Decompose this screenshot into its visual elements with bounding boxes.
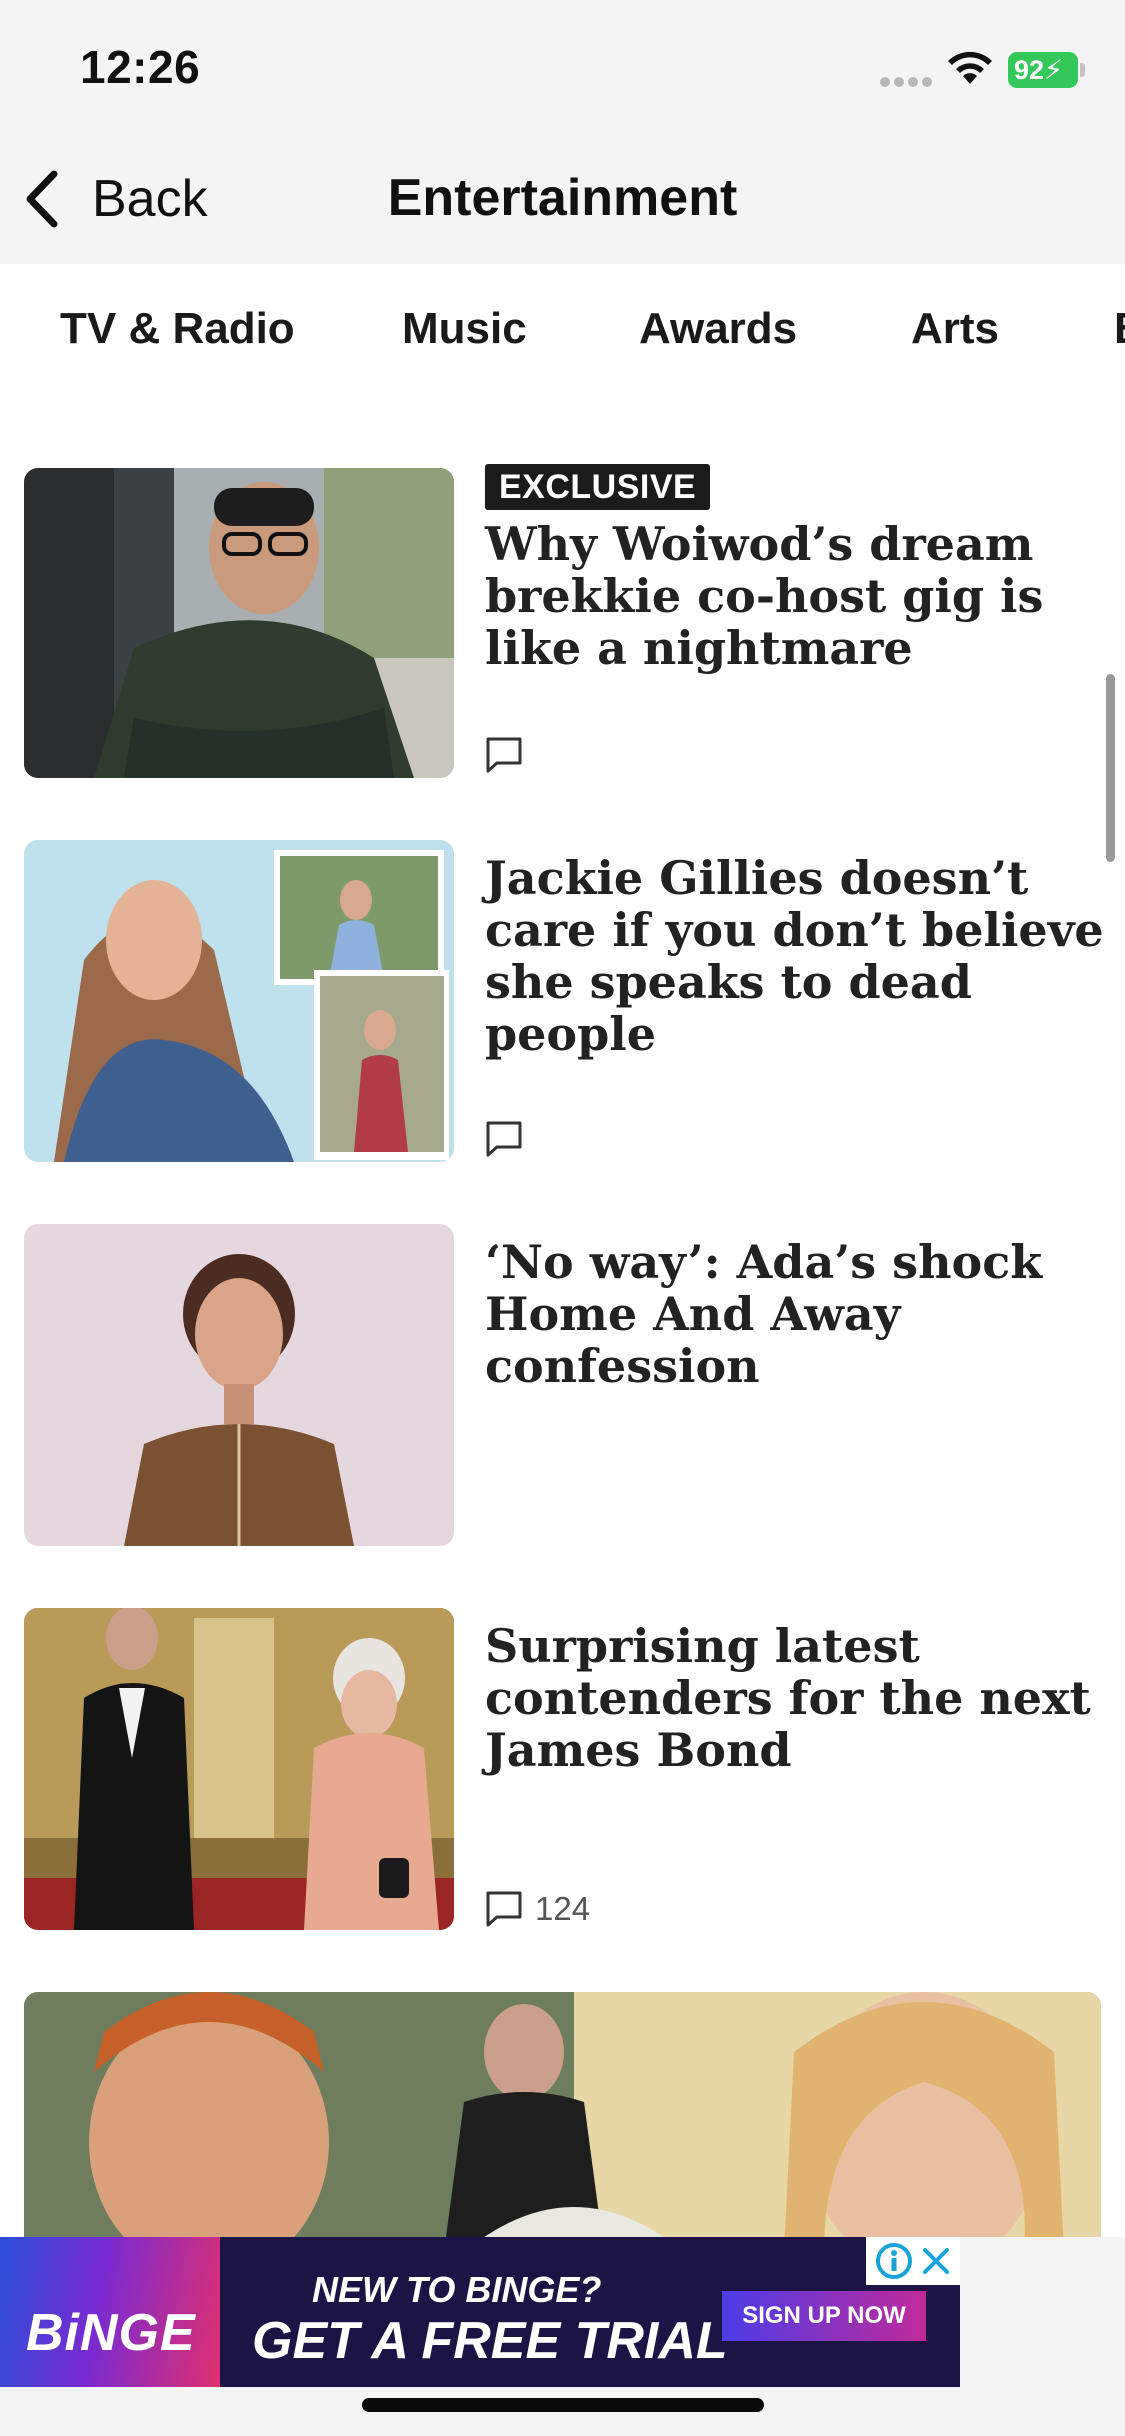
info-icon[interactable] bbox=[874, 2241, 914, 2281]
article-headline[interactable]: ‘No way’: Ada’s shock Home And Away conf… bbox=[485, 1236, 1125, 1392]
article-thumbnail bbox=[24, 1224, 454, 1546]
comment-icon bbox=[486, 1891, 522, 1927]
ad-controls bbox=[866, 2237, 960, 2285]
article-card[interactable]: Jackie Gillies doesn’t care if you don’t… bbox=[24, 840, 1104, 1166]
tab-tv-radio[interactable]: TV & Radio bbox=[60, 304, 295, 354]
tab-arts[interactable]: Arts bbox=[911, 304, 999, 354]
close-icon[interactable] bbox=[920, 2245, 952, 2277]
article-card[interactable]: Surprising latest contenders for the nex… bbox=[24, 1608, 1104, 1934]
article-card[interactable]: ‘No way’: Ada’s shock Home And Away conf… bbox=[24, 1224, 1104, 1550]
battery-icon: 92⚡ bbox=[1008, 52, 1078, 88]
ad-brand-logo: BiNGE bbox=[26, 2304, 196, 2362]
tab-music[interactable]: Music bbox=[402, 304, 527, 354]
wifi-icon bbox=[948, 51, 992, 84]
navigation-bar: Back Entertainment bbox=[0, 132, 1125, 264]
comments-button[interactable]: 124 bbox=[485, 1890, 590, 1928]
status-time: 12:26 bbox=[80, 41, 201, 93]
article-thumbnail bbox=[24, 840, 454, 1162]
scrollbar[interactable] bbox=[1106, 674, 1115, 862]
status-bar: 12:26 92⚡ bbox=[0, 0, 1125, 132]
comment-count: 124 bbox=[535, 1890, 591, 1927]
page-title: Entertainment bbox=[387, 169, 738, 227]
article-hero-image bbox=[24, 1992, 1101, 2252]
comments-button[interactable] bbox=[485, 1120, 523, 1158]
ad-subheadline: GET A FREE TRIAL bbox=[252, 2312, 728, 2370]
battery-cap bbox=[1080, 63, 1085, 77]
exclusive-badge: EXCLUSIVE bbox=[485, 464, 711, 510]
cellular-signal-icon bbox=[880, 74, 936, 92]
ad-side-space bbox=[960, 2237, 1125, 2387]
tab-awards[interactable]: Awards bbox=[639, 304, 797, 354]
battery-level: 92 bbox=[1014, 55, 1045, 85]
article-thumbnail bbox=[24, 468, 454, 778]
category-tabs: TV & Radio Music Awards Arts B bbox=[0, 264, 1125, 398]
article-thumbnail bbox=[24, 1608, 454, 1930]
article-headline[interactable]: Why Woiwod’s dream brekkie co-host gig i… bbox=[485, 518, 1125, 674]
home-indicator[interactable] bbox=[362, 2398, 764, 2412]
comment-icon bbox=[486, 1121, 522, 1157]
ad-signup-button[interactable]: SIGN UP NOW bbox=[722, 2291, 926, 2341]
comments-button[interactable] bbox=[485, 736, 523, 774]
tab-next-partial[interactable]: B bbox=[1114, 304, 1125, 354]
article-card[interactable] bbox=[24, 1992, 1104, 2252]
article-card[interactable]: EXCLUSIVE Why Woiwod’s dream brekkie co-… bbox=[24, 464, 1104, 780]
ad-headline: NEW TO BINGE? bbox=[312, 2269, 602, 2310]
comment-icon bbox=[486, 737, 522, 773]
ad-banner[interactable]: BiNGE NEW TO BINGE? GET A FREE TRIAL SIG… bbox=[0, 2237, 960, 2387]
article-headline[interactable]: Surprising latest contenders for the nex… bbox=[485, 1620, 1125, 1776]
article-headline[interactable]: Jackie Gillies doesn’t care if you don’t… bbox=[485, 852, 1125, 1060]
